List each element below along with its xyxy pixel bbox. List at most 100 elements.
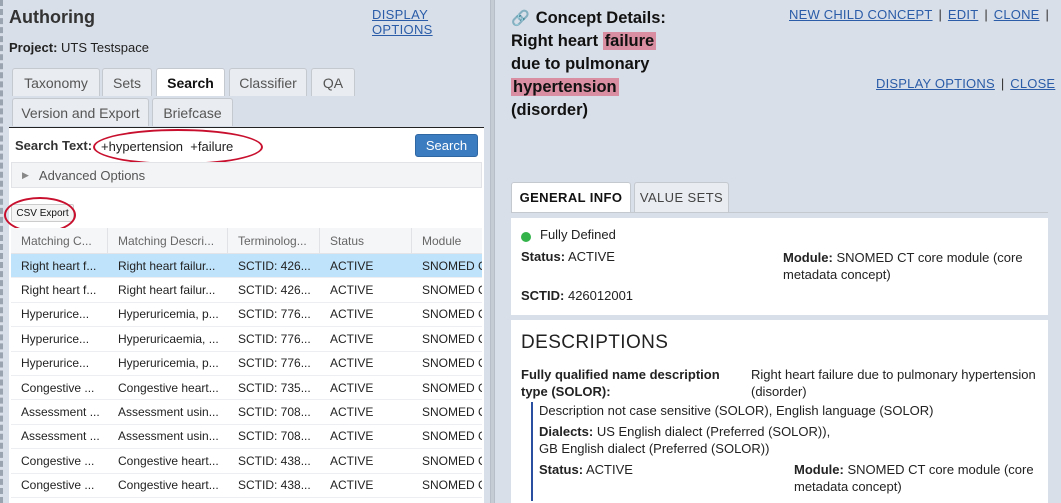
dialects-value-2: GB English dialect (Preferred (SOLOR)) <box>539 441 770 456</box>
close-link[interactable]: CLOSE <box>1010 76 1055 91</box>
separator: | <box>1000 76 1005 91</box>
sctid-field: SCTID: 426012001 <box>521 288 633 303</box>
table-cell: ACTIVE <box>330 356 374 371</box>
tab-search[interactable]: Search <box>156 68 225 96</box>
table-cell: SCTID: 426... <box>238 258 311 273</box>
table-cell: SCTID: 438... <box>238 453 311 468</box>
table-row[interactable]: Hyperurice... Hyperuricaemia, ... SCTID: 7… <box>11 327 482 352</box>
column-header-status[interactable]: Status <box>320 228 412 253</box>
title-mid: due to pulmonary <box>511 55 650 73</box>
table-cell: Right heart failur... <box>118 283 216 298</box>
table-cell: ACTIVE <box>330 283 374 298</box>
sctid-value: 426012001 <box>567 288 634 303</box>
clone-link[interactable]: CLONE <box>994 7 1040 22</box>
table-row[interactable]: Right heart f... Right heart failur... SCT… <box>11 254 482 279</box>
tab-qa[interactable]: QA <box>311 68 355 96</box>
panel-title: Authoring <box>9 7 95 27</box>
csv-export-button[interactable]: CSV Export <box>11 204 74 222</box>
table-row[interactable]: Congestive ... Congestive heart... SCTID: … <box>11 449 482 474</box>
table-cell: Hyperuricemia, p... <box>118 356 219 371</box>
table-cell: Hyperurice... <box>21 307 90 322</box>
table-cell: SNOMED C... <box>422 356 482 371</box>
column-header-matching-description[interactable]: Matching Descri... <box>108 228 228 253</box>
table-cell: SCTID: 776... <box>238 356 311 371</box>
concept-details-panel: 🔗 Concept Details: Right heart failure du… <box>503 0 1061 503</box>
table-cell: SNOMED C... <box>422 307 482 322</box>
table-cell: SCTID: 708... <box>238 429 311 444</box>
column-header-module[interactable]: Module <box>412 228 482 253</box>
dialects-value: US English dialect (Preferred (SOLOR)), <box>596 424 831 439</box>
table-row[interactable]: Assessment ... Assessment usin... SCTID: 7… <box>11 400 482 425</box>
table-cell: Hyperurice... <box>21 356 90 371</box>
desc-status-value: ACTIVE <box>585 462 633 477</box>
table-cell: Right heart failur... <box>118 258 216 273</box>
table-cell: ACTIVE <box>330 405 374 420</box>
definition-status: Fully Defined <box>540 227 616 242</box>
search-button[interactable]: Search <box>415 134 478 157</box>
table-cell: ACTIVE <box>330 307 374 322</box>
results-grid-header: Matching C... Matching Descri... Termino… <box>11 228 482 254</box>
table-cell: ACTIVE <box>330 478 374 493</box>
table-row[interactable]: Assessment ... Assessment usin... SCTID: 7… <box>11 424 482 450</box>
desc-module-label: Module: <box>794 462 844 477</box>
table-cell: SNOMED C... <box>422 258 482 273</box>
table-cell: Hyperurice... <box>21 331 90 346</box>
table-row[interactable]: Congestive ... Congestive heart... SCTID: … <box>11 473 482 498</box>
table-row[interactable]: Hyperurice... Hyperuricemia, p... SCTID: 7… <box>11 302 482 328</box>
desc-module-field: Module: SNOMED CT core module (core meta… <box>794 461 1044 495</box>
table-cell: Congestive ... <box>21 478 95 493</box>
tab-briefcase[interactable]: Briefcase <box>152 98 233 126</box>
column-header-matching-concept[interactable]: Matching C... <box>11 228 108 253</box>
link-icon: 🔗 <box>511 10 530 27</box>
tab-version-export[interactable]: Version and Export <box>12 98 149 126</box>
table-cell: Congestive heart... <box>118 478 219 493</box>
table-cell: ACTIVE <box>330 429 374 444</box>
tab-classifier[interactable]: Classifier <box>229 68 307 96</box>
search-panel: Search Text: Search ▶ Advanced Options C… <box>4 128 484 503</box>
project-label: Project: <box>9 40 58 55</box>
advanced-options-toggle[interactable]: ▶ Advanced Options <box>11 162 482 188</box>
table-cell: SNOMED C... <box>422 478 482 493</box>
tab-sets[interactable]: Sets <box>102 68 152 96</box>
table-cell: SCTID: 426... <box>238 283 311 298</box>
highlight-term-hypertension: hypertension <box>511 78 619 96</box>
table-cell: ACTIVE <box>330 331 374 346</box>
table-cell: SNOMED C... <box>422 453 482 468</box>
table-row[interactable]: Right heart f... Right heart failur... SCT… <box>11 278 482 303</box>
table-row[interactable]: Congestive ... Congestive heart... SCTID: … <box>11 375 482 401</box>
desc-status-label: Status: <box>539 462 584 477</box>
table-row[interactable]: Hyperurice... Hyperuricemia, p... SCTID: 7… <box>11 351 482 376</box>
project-line: Project: UTS Testspace <box>9 40 149 55</box>
edit-link[interactable]: EDIT <box>948 7 978 22</box>
splitter-handle[interactable] <box>490 0 495 503</box>
description-details: Description not case sensitive (SOLOR), … <box>531 402 1041 501</box>
descriptions-heading: DESCRIPTIONS <box>521 332 669 353</box>
tab-value-sets[interactable]: VALUE SETS <box>634 182 729 212</box>
table-cell: Hyperuricaemia, ... <box>118 331 219 346</box>
table-cell: ACTIVE <box>330 380 374 395</box>
descriptions-section: DESCRIPTIONS Fully qualified name descri… <box>511 320 1048 503</box>
title-suffix: (disorder) <box>511 101 589 119</box>
display-options-link[interactable]: DISPLAY OPTIONS <box>372 7 487 37</box>
table-cell: Right heart f... <box>21 283 97 298</box>
table-cell: Assessment ... <box>21 405 100 420</box>
table-cell: SCTID: 776... <box>238 331 311 346</box>
table-cell: SNOMED C... <box>422 283 482 298</box>
tab-general-info[interactable]: GENERAL INFO <box>511 182 631 212</box>
table-cell: Congestive ... <box>21 453 95 468</box>
table-cell: SCTID: 735... <box>238 380 311 395</box>
new-child-concept-link[interactable]: NEW CHILD CONCEPT <box>789 7 933 22</box>
dialects-label: Dialects: <box>539 424 594 439</box>
status-field: Status: ACTIVE <box>521 249 615 264</box>
table-cell: SCTID: 776... <box>238 307 311 322</box>
tab-taxonomy[interactable]: Taxonomy <box>12 68 100 96</box>
project-value: UTS Testspace <box>61 40 149 55</box>
description-status-row: Status: ACTIVE Module: SNOMED CT core mo… <box>539 461 1041 501</box>
fqn-value: Right heart failure due to pulmonary hyp… <box>751 367 1036 399</box>
table-cell: ACTIVE <box>330 453 374 468</box>
display-options-link[interactable]: DISPLAY OPTIONS <box>876 76 995 91</box>
column-header-terminology[interactable]: Terminolog... <box>228 228 320 253</box>
panel-splitter[interactable] <box>487 0 501 503</box>
search-input[interactable] <box>99 136 249 156</box>
table-cell: SNOMED C... <box>422 380 482 395</box>
